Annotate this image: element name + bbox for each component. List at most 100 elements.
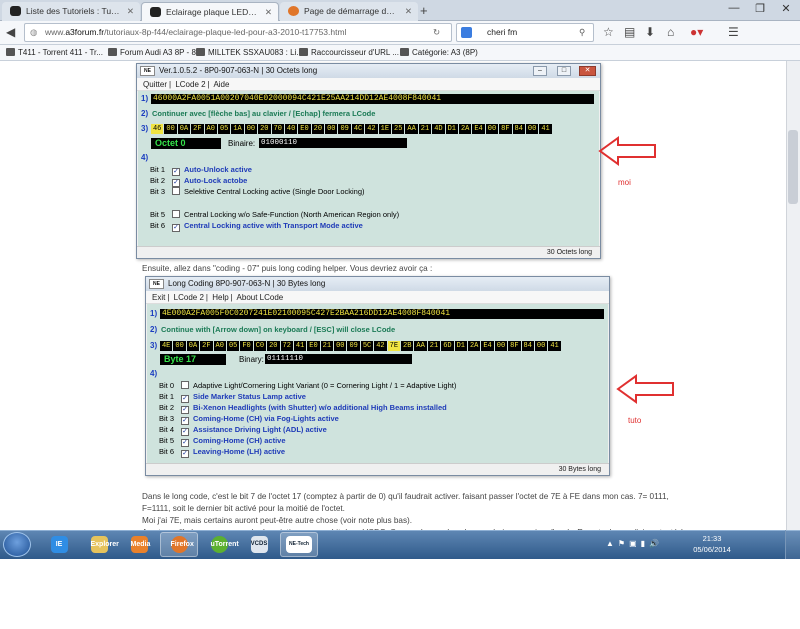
show-desktop-button[interactable] <box>785 530 800 559</box>
bit-checkbox[interactable] <box>172 187 180 195</box>
byte-cell[interactable]: E0 <box>298 124 311 134</box>
byte-cell[interactable]: E4 <box>481 341 494 351</box>
byte-cell[interactable]: AA <box>405 124 418 134</box>
byte-cell[interactable]: 4E <box>160 341 173 351</box>
taskbar-netech[interactable]: NE-Tech <box>280 532 318 557</box>
byte-cell[interactable]: 41 <box>293 341 307 351</box>
tab-start-page[interactable]: Page de démarrage de Mo... ✕ <box>280 2 418 21</box>
byte-cell[interactable]: E0 <box>307 341 320 351</box>
byte-cell[interactable]: 8F <box>499 124 512 134</box>
byte-cell[interactable]: 00 <box>494 341 508 351</box>
byte-cell[interactable]: A0 <box>204 124 217 134</box>
hex-code-field[interactable]: 4E000A2FA005F0C0207241E02100095C427E2BAA… <box>160 309 604 319</box>
back-arrow-icon[interactable]: ◀ <box>6 25 15 39</box>
byte-cell[interactable]: 84 <box>521 341 534 351</box>
byte-cell[interactable]: 8F <box>508 341 521 351</box>
maximize-button[interactable]: ❐ <box>748 2 772 15</box>
byte-cell[interactable]: 72 <box>280 341 293 351</box>
byte-cell[interactable]: 2F <box>200 341 213 351</box>
bookmark-milltek[interactable]: MILLTEK SSXAU083 : Li... <box>196 45 303 60</box>
close-button[interactable]: ✕ <box>579 66 596 76</box>
byte-cell[interactable]: 00 <box>485 124 499 134</box>
byte-cell[interactable]: 20 <box>258 124 271 134</box>
menu-help[interactable]: Help <box>212 293 228 302</box>
byte-cell[interactable]: 84 <box>512 124 525 134</box>
byte-cell[interactable]: 21 <box>320 341 334 351</box>
byte-cell[interactable]: 09 <box>347 341 360 351</box>
taskbar-firefox[interactable]: Firefox <box>160 532 198 557</box>
byte-cell[interactable]: 42 <box>365 124 378 134</box>
byte-cell[interactable]: 4D <box>432 124 445 134</box>
taskbar-vcds[interactable]: VCDS <box>240 532 278 557</box>
bookmark-forum-audi[interactable]: Forum Audi A3 8P - 8V <box>108 45 201 60</box>
close-window-button[interactable]: ✕ <box>774 2 798 15</box>
byte-cell[interactable]: 41 <box>548 341 561 351</box>
taskbar-ie[interactable]: IE <box>40 532 78 557</box>
byte-cell[interactable]: F0 <box>240 341 253 351</box>
byte-cell[interactable]: 4C <box>351 124 365 134</box>
byte-cell[interactable]: 05 <box>217 124 231 134</box>
byte-cell[interactable]: 09 <box>338 124 351 134</box>
star-bookmark-icon[interactable]: ☆ <box>603 25 614 39</box>
byte-cell[interactable]: 2A <box>467 341 481 351</box>
minimize-button[interactable]: – <box>533 66 547 76</box>
search-icon[interactable]: ⚲ <box>579 24 585 41</box>
start-button[interactable] <box>3 532 31 557</box>
tab-eclairage[interactable]: Eclairage plaque LED pour ... ✕ <box>141 2 279 22</box>
addon-icon[interactable]: ●▾ <box>690 25 703 39</box>
tab-tutorials[interactable]: Liste des Tutoriels : Tutoria... ✕ <box>2 2 140 21</box>
hex-code-field[interactable]: 46000A2FA0051A00207040E02000094C421E25AA… <box>151 94 594 104</box>
byte-cell[interactable]: D1 <box>454 341 467 351</box>
reading-list-icon[interactable]: ▤ <box>624 25 635 39</box>
address-bar[interactable]: www.a3forum.fr/tutoriaux-8p-f44/eclairag… <box>24 23 452 42</box>
byte-cell[interactable]: 70 <box>271 124 284 134</box>
byte-cell[interactable]: 2A <box>458 124 472 134</box>
byte-cell[interactable]: 1E <box>378 124 392 134</box>
home-icon[interactable]: ⌂ <box>667 25 674 39</box>
byte-cell[interactable]: 40 <box>284 124 298 134</box>
byte-cell[interactable]: 00 <box>525 124 539 134</box>
byte-cell[interactable]: 6D <box>441 341 454 351</box>
byte-cell[interactable]: 5C <box>360 341 374 351</box>
byte-cell[interactable]: 1A <box>231 124 244 134</box>
taskbar-media[interactable]: Media <box>120 532 158 557</box>
byte-cell[interactable]: 2B <box>401 341 414 351</box>
byte-cell[interactable]: AA <box>414 341 427 351</box>
system-tray[interactable]: ▲⚑▣▮🔊 <box>606 539 663 548</box>
search-input[interactable]: cheri fm ⚲ <box>456 23 594 42</box>
byte-cell[interactable]: A0 <box>213 341 226 351</box>
bookmark-raccourcisseur[interactable]: Raccourcisseur d'URL ... <box>299 45 399 60</box>
new-tab-button[interactable]: + <box>420 3 428 18</box>
menu-icon[interactable]: ☰ <box>728 25 739 39</box>
minimize-button[interactable]: — <box>722 2 746 14</box>
clock[interactable]: 21:33 05/06/2014 <box>684 533 740 555</box>
menu-lcode2[interactable]: LCode 2 <box>174 293 204 302</box>
taskbar-explorer[interactable]: Explorer <box>80 532 119 557</box>
byte-cell[interactable]: D1 <box>445 124 458 134</box>
byte-cell[interactable]: 00 <box>334 341 347 351</box>
byte-cell[interactable]: 21 <box>418 124 432 134</box>
menu-aide[interactable]: Aide <box>213 80 229 89</box>
scrollbar-thumb[interactable] <box>788 130 798 204</box>
byte-cell[interactable]: 00 <box>173 341 186 351</box>
byte-cell[interactable]: 00 <box>164 124 177 134</box>
byte-cell[interactable]: 05 <box>226 341 240 351</box>
close-tab-icon[interactable]: ✕ <box>127 2 134 20</box>
byte-cell[interactable]: 46 <box>151 124 164 134</box>
byte-cell[interactable]: 25 <box>392 124 405 134</box>
byte-cell[interactable]: 21 <box>427 341 441 351</box>
download-icon[interactable]: ⬇ <box>645 25 655 39</box>
menu-about[interactable]: About LCode <box>237 293 284 302</box>
byte-cell[interactable]: 0A <box>186 341 200 351</box>
byte-cell[interactable]: 20 <box>311 124 325 134</box>
close-tab-icon[interactable]: ✕ <box>405 2 412 20</box>
bookmark-t411[interactable]: T411 - Torrent 411 - Tr... <box>6 45 103 60</box>
menu-quitter[interactable]: Quitter <box>143 80 167 89</box>
byte-cell[interactable]: 42 <box>374 341 387 351</box>
byte-cell[interactable]: 41 <box>539 124 552 134</box>
byte-cell[interactable]: 0A <box>177 124 191 134</box>
byte-cell[interactable]: C0 <box>253 341 267 351</box>
byte-cell[interactable]: 00 <box>325 124 338 134</box>
menu-lcode2[interactable]: LCode 2 <box>175 80 205 89</box>
bookmark-categorie[interactable]: Catégorie: A3 (8P) <box>400 45 478 60</box>
